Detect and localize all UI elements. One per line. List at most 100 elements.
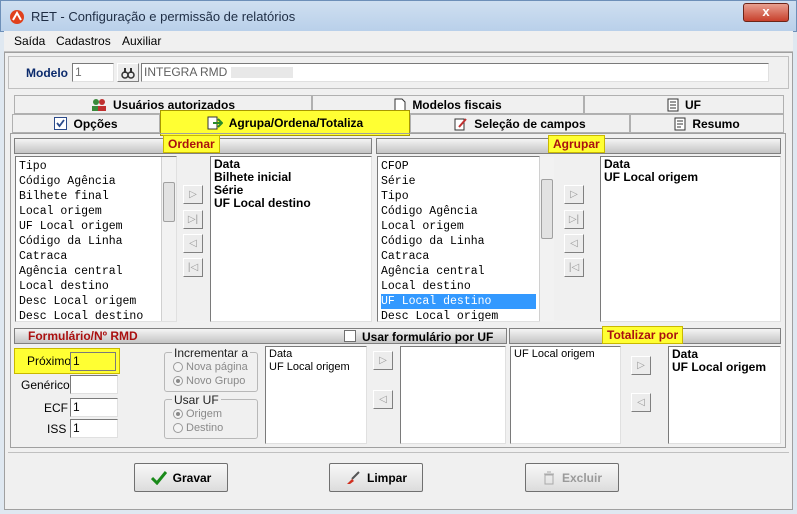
checkbox-checked-icon [54,117,68,130]
list-item[interactable]: Código Agência [381,204,536,219]
list-item[interactable]: Agência central [381,264,536,279]
move-left-button[interactable]: ◁ [373,390,393,409]
list-item[interactable]: Agência central [19,264,173,279]
gravar-button[interactable]: Gravar [134,463,228,492]
list-item[interactable]: UF Local origem [672,361,777,374]
usar-formulario-label: Usar formulário por UF [362,330,494,344]
list-item[interactable]: Código Agência [19,174,173,189]
list-item[interactable]: Desc Local origem [381,309,536,321]
radio-novo-grupo[interactable]: Novo Grupo [173,375,245,387]
formulario-title: Formulário/Nº RMD [28,329,138,343]
close-icon: x [762,4,770,19]
move-all-right-button[interactable]: ▷| [183,210,203,229]
usar-uf-title: Usar UF [172,393,221,407]
scrollbar-thumb[interactable] [541,179,553,239]
move-left-button[interactable]: ◁ [564,234,584,253]
search-button[interactable] [117,63,139,82]
limpar-button[interactable]: Limpar [329,463,423,492]
tab-opcoes[interactable]: Opções [12,114,160,133]
list-item[interactable]: Local destino [381,279,536,294]
radio-origem[interactable]: Origem [173,408,222,420]
tab-resumo[interactable]: Resumo [630,114,784,133]
arrow-left-end-icon: |◁ [187,262,199,273]
list-item[interactable]: Tipo [381,189,536,204]
list-item[interactable]: Código da Linha [381,234,536,249]
ordenar-available-list[interactable]: Tipo Código Agência Bilhete final Local … [15,156,177,322]
move-right-button[interactable]: ▷ [564,185,584,204]
excluir-button[interactable]: Excluir [525,463,619,492]
list-item[interactable]: Catraca [381,249,536,264]
list-item[interactable]: Local origem [381,219,536,234]
list-item[interactable]: Local destino [19,279,173,294]
modelo-label: Modelo [26,66,68,80]
move-all-left-button[interactable]: |◁ [183,258,203,277]
totalizar-selected-list[interactable]: Data UF Local origem [668,346,781,444]
list-item[interactable]: Bilhete final [19,189,173,204]
list-item[interactable]: UF Local origem [604,171,777,184]
agrupar-title: Agrupar [548,135,605,153]
scrollbar-thumb[interactable] [163,182,175,222]
list-item[interactable]: UF Local origem [19,219,173,234]
list-item[interactable]: Desc Local destino [19,309,173,321]
tab-label: Resumo [692,116,740,131]
list-item[interactable]: UF Local origem [514,348,617,361]
formulario-available-list[interactable]: Data UF Local origem [265,346,367,444]
list-item-selected[interactable]: UF Local destino [381,294,536,309]
move-all-left-button[interactable]: |◁ [564,258,584,277]
list-item[interactable]: Data [269,348,363,361]
move-all-right-button[interactable]: ▷| [564,210,584,229]
ordenar-scrollbar[interactable] [161,157,176,321]
usar-formulario-checkbox[interactable] [344,330,356,342]
move-left-button[interactable]: ◁ [183,234,203,253]
menu-auxiliar[interactable]: Auxiliar [122,34,161,48]
users-icon [91,98,106,111]
move-right-button[interactable]: ▷ [183,185,203,204]
totalizar-available-list[interactable]: UF Local origem [510,346,621,444]
ecf-input[interactable]: 1 [70,398,118,417]
tab-label: Seleção de campos [474,116,586,131]
list-item[interactable]: Local origem [19,204,173,219]
move-right-button[interactable]: ▷ [631,356,651,375]
list-item[interactable]: Desc Local origem [19,294,173,309]
list-item[interactable]: Código da Linha [19,234,173,249]
ordenar-title: Ordenar [163,135,220,153]
radio-nova-pagina[interactable]: Nova página [173,361,248,373]
move-right-button[interactable]: ▷ [373,351,393,370]
close-button[interactable]: x [743,3,789,22]
list-item[interactable]: Catraca [19,249,173,264]
iss-input[interactable]: 1 [70,419,118,438]
app-logo-icon [10,10,24,24]
radio-icon [173,423,183,433]
tab-label: Agrupa/Ordena/Totaliza [228,116,364,130]
move-left-button[interactable]: ◁ [631,393,651,412]
redacted-text [231,67,294,79]
list-item[interactable]: Série [381,174,536,189]
button-label: Gravar [172,470,212,485]
arrow-right-end-icon: ▷| [568,214,580,225]
modelo-number-input[interactable]: 1 [72,63,114,82]
menu-saida[interactable]: Saída [14,34,45,48]
tab-label: Modelos fiscais [412,97,502,112]
arrow-right-icon: ▷ [379,355,387,366]
agrupar-scrollbar[interactable] [539,157,554,321]
agrupar-selected-list[interactable]: Data UF Local origem [600,156,781,322]
formulario-selected-list[interactable] [400,346,506,444]
list-item[interactable]: UF Local origem [269,361,363,374]
ordenar-selected-list[interactable]: Data Bilhete inicial Série UF Local dest… [210,156,372,322]
proximo-input[interactable]: 1 [70,352,116,371]
agrupar-available-list[interactable]: CFOP Série Tipo Código Agência Local ori… [377,156,540,322]
radio-selected-icon [173,376,183,386]
list-item[interactable]: Tipo [19,159,173,174]
list-item[interactable]: UF Local destino [214,197,368,210]
iss-label: ISS [47,422,67,436]
modelo-name-input[interactable]: INTEGRA RMD [141,63,769,82]
list-item[interactable]: CFOP [381,159,536,174]
tab-uf[interactable]: UF [584,95,784,114]
radio-destino[interactable]: Destino [173,422,223,434]
arrow-right-icon: ▷ [637,360,645,371]
tab-selecao-de-campos[interactable]: Seleção de campos [410,114,630,133]
check-icon [150,470,167,485]
button-label: Excluir [561,470,603,485]
menu-cadastros[interactable]: Cadastros [56,34,111,48]
generico-input[interactable] [70,375,118,394]
